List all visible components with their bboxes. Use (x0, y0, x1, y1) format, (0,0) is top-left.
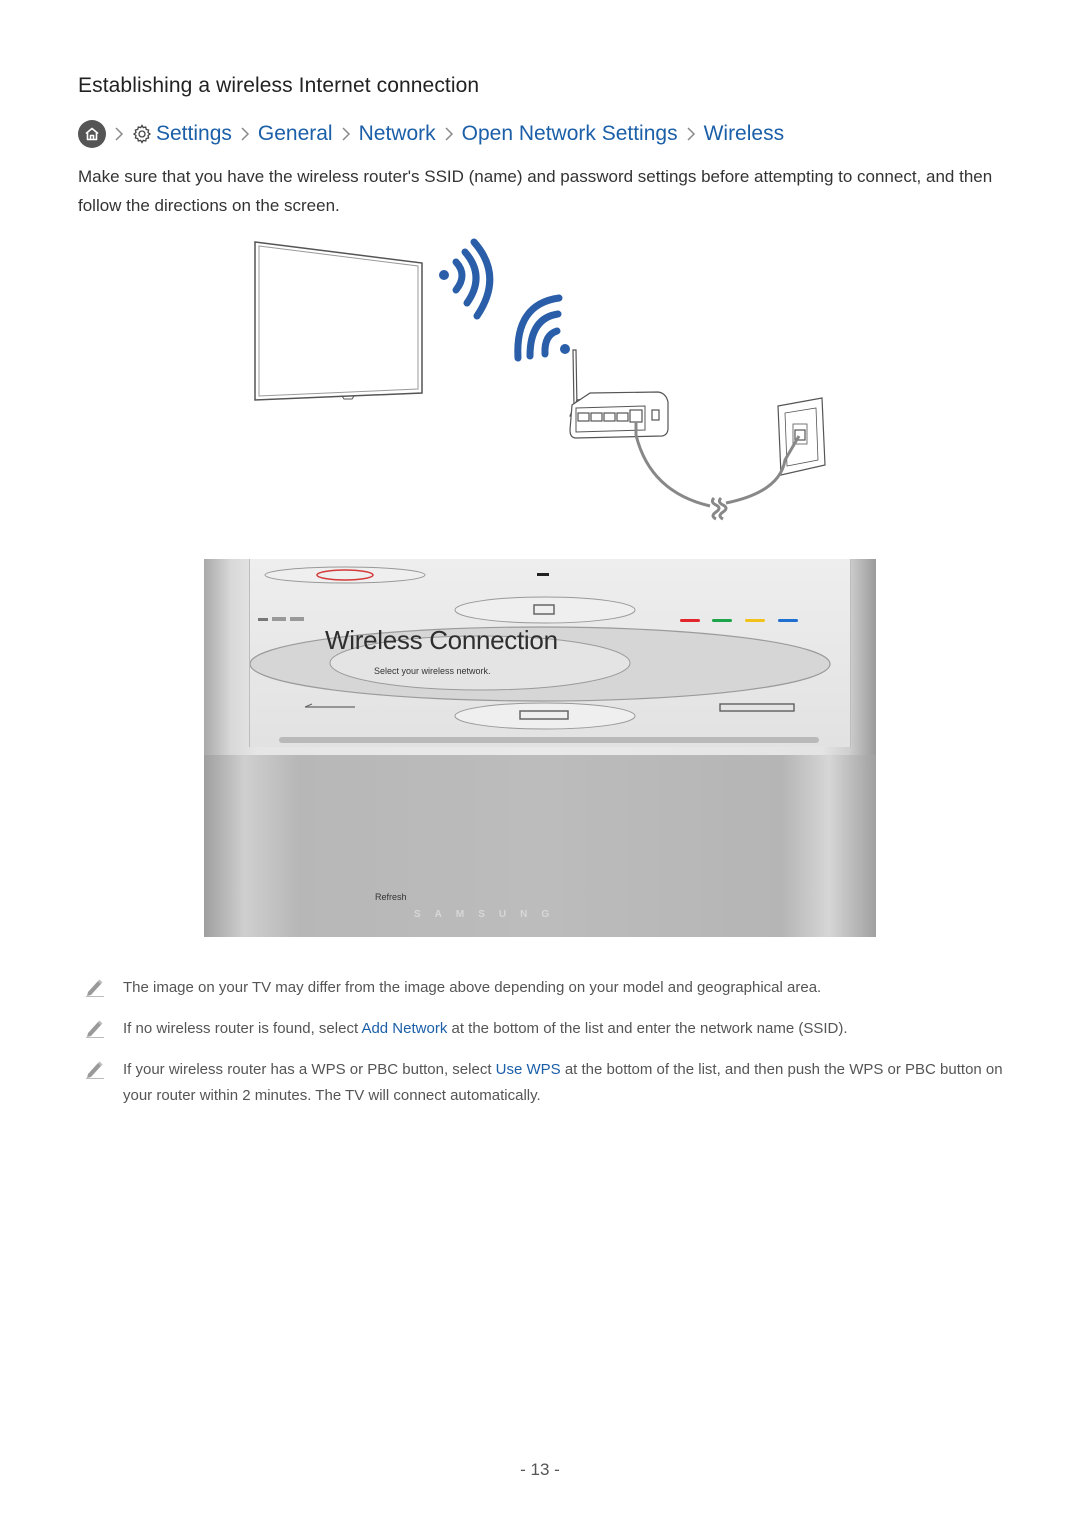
network-illustration (254, 238, 826, 521)
note-item: The image on your TV may differ from the… (84, 975, 1004, 1001)
pencil-icon (86, 1020, 104, 1038)
note-text: The image on your TV may differ from the… (123, 979, 822, 996)
note-text: at the bottom of the list and enter the … (447, 1020, 848, 1037)
note-item: If no wireless router is found, select A… (84, 1016, 1004, 1042)
wifi-signal-tv-icon (439, 238, 494, 320)
gear-icon (132, 124, 152, 144)
breadcrumb-open-network-settings[interactable]: Open Network Settings (462, 122, 678, 146)
notes-list: The image on your TV may differ from the… (84, 975, 1004, 1124)
color-keys (680, 619, 798, 622)
note-item: If your wireless router has a WPS or PBC… (84, 1057, 1004, 1109)
chevron-right-icon (240, 126, 250, 142)
page-number: - 13 - (520, 1460, 560, 1479)
brand-logo: SAMSUNG (414, 909, 564, 920)
breadcrumb: Settings General Network Open Network Se… (78, 118, 784, 150)
tv-illustration (254, 241, 423, 401)
chevron-right-icon (686, 126, 696, 142)
note-text: If no wireless router is found, select (123, 1020, 362, 1037)
home-icon[interactable] (78, 120, 106, 148)
color-key-0 (680, 619, 700, 622)
color-key-1 (712, 619, 732, 622)
tv-screen-image: Wireless Connection Select your wireless… (204, 559, 876, 937)
screen-subtitle: Select your wireless network. (374, 666, 491, 676)
chevron-right-icon (444, 126, 454, 142)
breadcrumb-settings[interactable]: Settings (156, 122, 232, 146)
screen-title: Wireless Connection (325, 625, 558, 655)
wifi-signal-router-icon (514, 294, 570, 362)
color-key-3 (778, 619, 798, 622)
chevron-right-icon (114, 126, 124, 142)
note-text: If your wireless router has a WPS or PBC… (123, 1061, 496, 1078)
chevron-right-icon (341, 126, 351, 142)
remote-top-panel: Wireless Connection Select your wireless… (249, 559, 851, 747)
color-key-2 (745, 619, 765, 622)
router-illustration (569, 349, 669, 439)
section-title: Establishing a wireless Internet connect… (78, 74, 480, 97)
use-wps-link[interactable]: Use WPS (496, 1061, 561, 1078)
refresh-button[interactable]: Refresh (375, 892, 407, 902)
pencil-icon (86, 979, 104, 997)
breadcrumb-general[interactable]: General (258, 122, 333, 146)
breadcrumb-network[interactable]: Network (359, 122, 436, 146)
add-network-link[interactable]: Add Network (361, 1020, 447, 1037)
intro-paragraph: Make sure that you have the wireless rou… (78, 167, 993, 215)
pencil-icon (86, 1061, 104, 1079)
breadcrumb-wireless[interactable]: Wireless (704, 122, 785, 146)
